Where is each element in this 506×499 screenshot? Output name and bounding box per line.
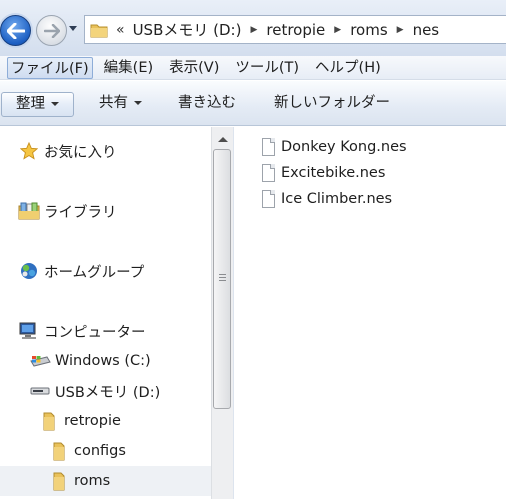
- breadcrumb-nes[interactable]: nes: [413, 21, 440, 39]
- nav-label-drive-c: Windows (C:): [55, 353, 151, 369]
- folder-icon: [48, 470, 70, 492]
- computer-icon: [18, 320, 40, 342]
- nav-item-drive-c[interactable]: Windows (C:): [29, 346, 151, 376]
- file-item[interactable]: Ice Climber.nes: [260, 187, 392, 211]
- breadcrumb-roms[interactable]: roms: [350, 21, 387, 39]
- menu-bar: ファイル(F) 編集(E) 表示(V) ツール(T) ヘルプ(H): [0, 56, 506, 80]
- nav-label-computer: コンピューター: [44, 324, 146, 341]
- nav-label-roms: roms: [74, 473, 111, 489]
- scrollbar-thumb[interactable]: [213, 149, 231, 409]
- file-item[interactable]: Excitebike.nes: [260, 161, 385, 185]
- menu-tools[interactable]: ツール(T): [230, 57, 304, 79]
- file-icon: [260, 164, 276, 182]
- nav-item-favorites[interactable]: お気に入り: [18, 136, 117, 166]
- breadcrumb-drive-d[interactable]: USBメモリ (D:): [133, 19, 242, 40]
- library-icon: [18, 200, 40, 222]
- file-name: Ice Climber.nes: [281, 191, 393, 207]
- share-button[interactable]: 共有: [93, 92, 148, 117]
- folder-icon: [90, 22, 108, 38]
- breadcrumb-overflow[interactable]: «: [116, 22, 125, 38]
- new-folder-button[interactable]: 新しいフォルダー: [268, 92, 396, 117]
- nav-item-roms[interactable]: roms: [0, 466, 211, 496]
- breadcrumb-retropie[interactable]: retropie: [266, 21, 325, 39]
- nav-item-libraries[interactable]: ライブラリ: [18, 196, 117, 226]
- file-icon: [260, 138, 276, 156]
- nav-item-homegroup[interactable]: ホームグループ: [18, 256, 144, 286]
- arrow-left-icon: [6, 22, 25, 39]
- organize-label: 整理: [16, 96, 45, 112]
- recent-pages-dropdown[interactable]: [69, 26, 77, 31]
- file-icon: [260, 190, 276, 208]
- breadcrumb-separator-icon[interactable]: ▶: [334, 25, 341, 35]
- chevron-down-icon: [134, 101, 142, 105]
- back-button[interactable]: [0, 15, 31, 46]
- menu-view[interactable]: 表示(V): [164, 57, 224, 79]
- nav-label-homegroup: ホームグループ: [44, 264, 145, 281]
- menu-file[interactable]: ファイル(F): [7, 56, 93, 79]
- command-bar: 整理 共有 書き込む 新しいフォルダー: [0, 81, 506, 126]
- star-icon: [18, 140, 40, 162]
- nav-label-drive-d: USBメモリ (D:): [55, 384, 161, 401]
- nav-item-computer[interactable]: コンピューター: [18, 316, 146, 346]
- nav-label-favorites: お気に入り: [44, 144, 117, 161]
- address-bar: « USBメモリ (D:) ▶ retropie ▶ roms ▶ nes: [0, 0, 506, 56]
- homegroup-icon: [18, 260, 40, 282]
- folder-icon: [48, 440, 70, 462]
- navigation-pane: お気に入り ライブラリ ホームグループ コンピューター Windows (C:)…: [0, 127, 211, 499]
- organize-button[interactable]: 整理: [1, 92, 74, 117]
- folder-icon: [38, 410, 60, 432]
- nav-label-configs: configs: [74, 443, 126, 459]
- file-name: Excitebike.nes: [281, 165, 386, 181]
- nav-item-configs[interactable]: configs: [48, 436, 126, 466]
- chevron-down-icon: [51, 102, 59, 106]
- nav-item-drive-d[interactable]: USBメモリ (D:): [29, 376, 160, 406]
- usb-drive-icon: [29, 380, 51, 402]
- forward-button[interactable]: [36, 15, 67, 46]
- grip-icon: [219, 274, 226, 283]
- triangle-up-icon: [217, 136, 228, 142]
- drive-windows-icon: [29, 350, 51, 372]
- share-label: 共有: [99, 95, 128, 111]
- file-name: Donkey Kong.nes: [281, 139, 407, 155]
- breadcrumb-separator-icon[interactable]: ▶: [250, 25, 257, 35]
- scroll-up-button[interactable]: [215, 132, 230, 146]
- menu-help[interactable]: ヘルプ(H): [310, 57, 386, 79]
- arrow-right-icon: [43, 23, 60, 38]
- nav-item-retropie[interactable]: retropie: [38, 406, 121, 436]
- address-path[interactable]: « USBメモリ (D:) ▶ retropie ▶ roms ▶ nes: [84, 15, 506, 44]
- burn-button[interactable]: 書き込む: [172, 92, 242, 117]
- file-list: Donkey Kong.nes Excitebike.nes Ice Climb…: [234, 127, 506, 499]
- breadcrumb-separator-icon[interactable]: ▶: [397, 25, 404, 35]
- nav-label-libraries: ライブラリ: [44, 204, 117, 221]
- navigation-scrollbar[interactable]: [211, 127, 233, 499]
- nav-label-retropie: retropie: [64, 413, 121, 429]
- menu-edit[interactable]: 編集(E): [99, 57, 158, 79]
- file-item[interactable]: Donkey Kong.nes: [260, 135, 407, 159]
